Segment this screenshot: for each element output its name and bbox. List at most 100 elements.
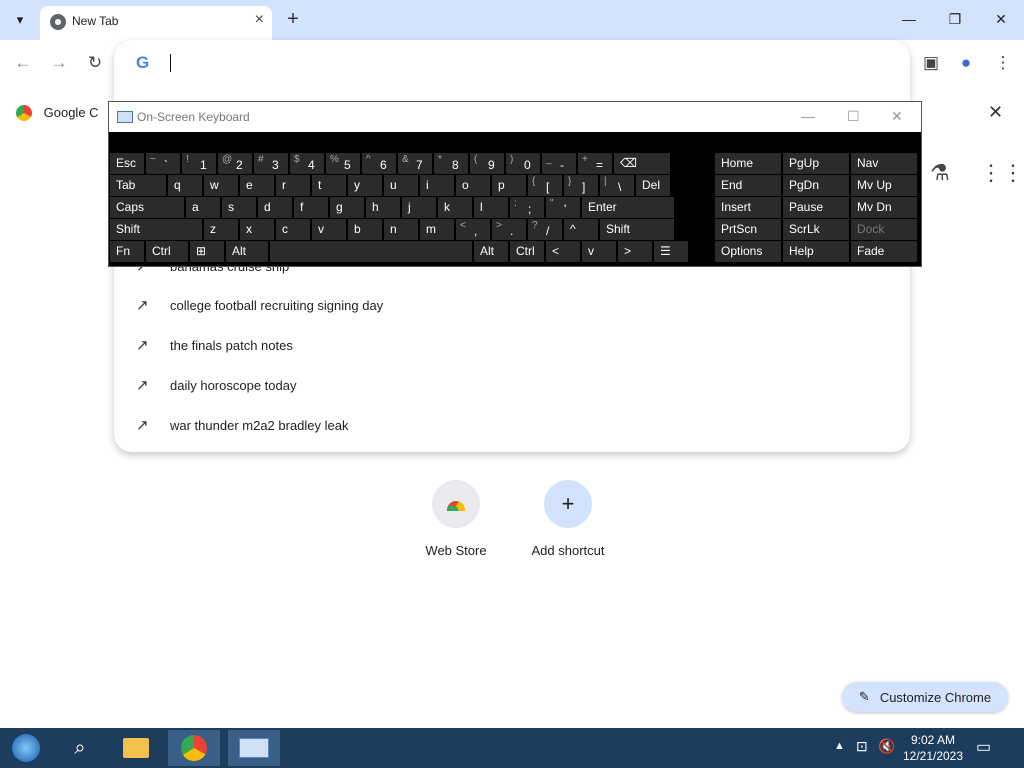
osk-key[interactable]: Alt	[474, 241, 508, 262]
osk-maximize-button[interactable]: ☐	[847, 108, 860, 125]
osk-key[interactable]: f	[294, 197, 328, 218]
osk-key[interactable]: b	[348, 219, 382, 240]
osk-key[interactable]: l	[474, 197, 508, 218]
osk-nav-key[interactable]: Mv Up	[851, 175, 917, 196]
osk-key[interactable]: a	[186, 197, 220, 218]
osk-key[interactable]: q	[168, 175, 202, 196]
osk-key[interactable]: r	[276, 175, 310, 196]
osk-nav-key[interactable]: Help	[783, 241, 849, 262]
osk-nav-key[interactable]: PgDn	[783, 175, 849, 196]
osk-key[interactable]: ? /	[528, 219, 562, 240]
osk-key[interactable]: Shift	[110, 219, 202, 240]
osk-minimize-button[interactable]: —	[801, 108, 815, 124]
file-explorer-icon[interactable]	[110, 730, 162, 766]
osk-key[interactable]: j	[402, 197, 436, 218]
osk-close-button[interactable]: ✕	[891, 108, 903, 125]
search-icon[interactable]: ⌕	[54, 730, 106, 766]
osk-key[interactable]: c	[276, 219, 310, 240]
osk-key[interactable]: ~ `	[146, 153, 180, 174]
osk-key[interactable]: " '	[546, 197, 580, 218]
osk-key[interactable]: @2	[218, 153, 252, 174]
osk-key[interactable]: >	[618, 241, 652, 262]
suggestion-item[interactable]: ↗ the finals patch notes	[136, 325, 896, 365]
osk-key[interactable]: & 7	[398, 153, 432, 174]
osk-key[interactable]: m	[420, 219, 454, 240]
volume-muted-icon[interactable]: 🔇	[878, 738, 895, 755]
osk-key[interactable]: i	[420, 175, 454, 196]
osk-key[interactable]: + =	[578, 153, 612, 174]
osk-key[interactable]: k	[438, 197, 472, 218]
osk-nav-key[interactable]: Home	[715, 153, 781, 174]
osk-key[interactable]: >.	[492, 219, 526, 240]
tab-close-icon[interactable]: ×	[255, 11, 264, 29]
notifications-icon[interactable]: ▭	[976, 737, 991, 757]
osk-key[interactable]: | \	[600, 175, 634, 196]
osk-key[interactable]: ^	[564, 219, 598, 240]
new-tab-button[interactable]: +	[282, 8, 304, 30]
osk-key[interactable]: z	[204, 219, 238, 240]
osk-key[interactable]: #3	[254, 153, 288, 174]
osk-nav-key[interactable]: End	[715, 175, 781, 196]
osk-nav-key[interactable]: PrtScn	[715, 219, 781, 240]
osk-key[interactable]: n	[384, 219, 418, 240]
osk-key[interactable]: t	[312, 175, 346, 196]
osk-key[interactable]: :;	[510, 197, 544, 218]
osk-key[interactable]: ^ 6	[362, 153, 396, 174]
minimize-button[interactable]: —	[894, 8, 924, 30]
restore-button[interactable]: ❐	[940, 8, 970, 30]
osk-key[interactable]: Tab	[110, 175, 166, 196]
osk-nav-key[interactable]: Insert	[715, 197, 781, 218]
forward-icon[interactable]: →	[46, 50, 72, 76]
customize-chrome-button[interactable]: ✎ Customize Chrome	[842, 682, 1008, 712]
osk-key[interactable]: (9	[470, 153, 504, 174]
osk-key[interactable]: w	[204, 175, 238, 196]
chrome-taskbar-icon[interactable]	[168, 730, 220, 766]
tab-search-icon[interactable]: ▾	[8, 8, 32, 32]
osk-nav-key[interactable]: Pause	[783, 197, 849, 218]
close-window-button[interactable]: ✕	[986, 8, 1016, 30]
osk-key[interactable]: Shift	[600, 219, 674, 240]
tab-new-tab[interactable]: New Tab ×	[40, 6, 272, 40]
osk-key[interactable]: Esc	[110, 153, 144, 174]
osk-key[interactable]: u	[384, 175, 418, 196]
osk-key[interactable]: }]	[564, 175, 598, 196]
osk-key[interactable]: v	[582, 241, 616, 262]
osk-key[interactable]: ⌫	[614, 153, 670, 174]
back-icon[interactable]: ←	[10, 50, 36, 76]
osk-nav-key[interactable]: Dock	[851, 219, 917, 240]
suggestion-item[interactable]: ↗ daily horoscope today	[136, 365, 896, 405]
osk-nav-key[interactable]: PgUp	[783, 153, 849, 174]
osk-key[interactable]: % 5	[326, 153, 360, 174]
osk-key[interactable]: {[	[528, 175, 562, 196]
osk-key[interactable]: <,	[456, 219, 490, 240]
osk-key[interactable]: $4	[290, 153, 324, 174]
side-panel-icon[interactable]: ▣	[918, 50, 944, 76]
osk-key[interactable]: * 8	[434, 153, 468, 174]
shortcut-add[interactable]: + Add shortcut	[508, 480, 628, 558]
osk-key[interactable]: Caps	[110, 197, 184, 218]
omnibox-input[interactable]	[170, 54, 171, 72]
reload-icon[interactable]: ↻	[82, 50, 108, 76]
suggestion-item[interactable]: ↗ college football recruiting signing da…	[136, 285, 896, 325]
osk-taskbar-icon[interactable]	[228, 730, 280, 766]
osk-key[interactable]: ⊞	[190, 241, 224, 262]
osk-nav-key[interactable]: ScrLk	[783, 219, 849, 240]
osk-key[interactable]: v	[312, 219, 346, 240]
banner-close-icon[interactable]: ✕	[988, 102, 1003, 123]
osk-nav-key[interactable]: Options	[715, 241, 781, 262]
osk-key[interactable]: ☰	[654, 241, 688, 262]
network-icon[interactable]: ⊡	[856, 738, 868, 755]
osk-nav-key[interactable]: Fade	[851, 241, 917, 262]
profile-icon[interactable]: ●	[953, 50, 979, 76]
osk-key[interactable]: Ctrl	[510, 241, 544, 262]
osk-key[interactable]: e	[240, 175, 274, 196]
shortcut-web-store[interactable]: Web Store	[396, 480, 516, 558]
start-button-icon[interactable]	[0, 730, 52, 766]
osk-key[interactable]: d	[258, 197, 292, 218]
osk-key[interactable]: p	[492, 175, 526, 196]
osk-key[interactable]: y	[348, 175, 382, 196]
osk-nav-key[interactable]: Nav	[851, 153, 917, 174]
osk-key[interactable]: h	[366, 197, 400, 218]
osk-key[interactable]: <	[546, 241, 580, 262]
labs-flask-icon[interactable]: ⚗	[930, 160, 950, 186]
